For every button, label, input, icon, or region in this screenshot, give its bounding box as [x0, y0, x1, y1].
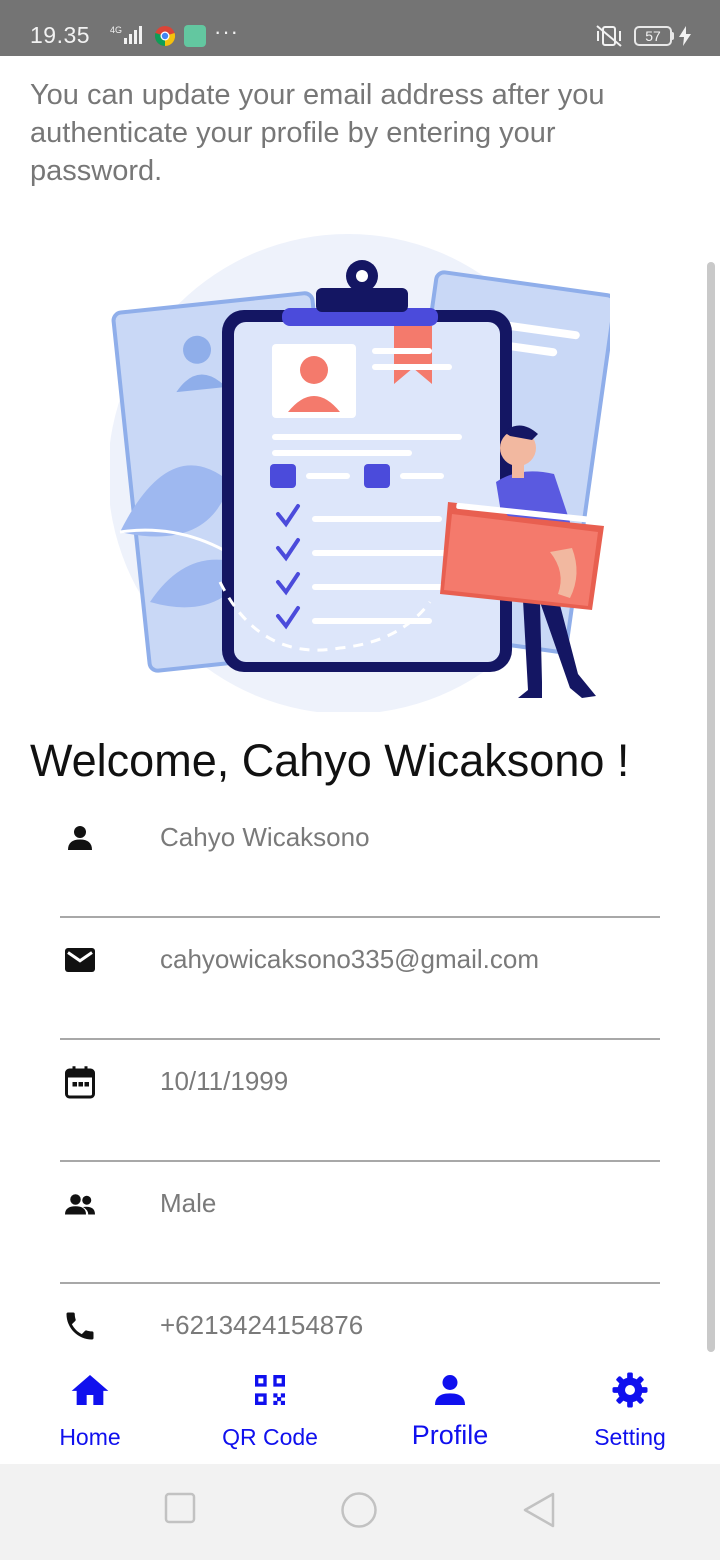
battery-tip	[671, 32, 674, 40]
vibrate-off-icon	[594, 24, 624, 53]
welcome-heading: Welcome, Cahyo Wicaksono !	[30, 735, 630, 786]
phone-value: +6213424154876	[160, 1310, 364, 1340]
nav-home-label: Home	[59, 1424, 121, 1450]
back-button[interactable]	[522, 1492, 556, 1528]
email-value: cahyowicaksono335@gmail.com	[160, 944, 540, 974]
app-notification-icon	[184, 25, 206, 47]
nav-setting[interactable]: Setting	[540, 1352, 720, 1464]
nav-profile-label: Profile	[411, 1420, 489, 1450]
status-time: 19.35	[30, 22, 91, 48]
email-field[interactable]: cahyowicaksono335@gmail.com	[60, 918, 660, 1040]
signal-icon: 4G	[108, 24, 144, 51]
phone-field[interactable]: +6213424154876	[60, 1284, 660, 1350]
name-field[interactable]: Cahyo Wicaksono	[60, 796, 660, 918]
phone-icon	[62, 1308, 98, 1344]
gender-value: Male	[160, 1188, 217, 1218]
person-icon	[435, 1375, 465, 1405]
nav-qr-code-label: QR Code	[222, 1424, 318, 1450]
home-system-button[interactable]	[340, 1492, 378, 1530]
birthdate-field[interactable]: 10/11/1999	[60, 1040, 660, 1162]
nav-profile[interactable]: Profile	[360, 1352, 540, 1464]
gender-field[interactable]: Male	[60, 1162, 660, 1284]
network-type-label: 4G	[110, 25, 122, 35]
name-value: Cahyo Wicaksono	[160, 822, 370, 852]
system-navigation-bar	[0, 1464, 720, 1560]
person-icon	[62, 820, 98, 856]
qr-code-icon	[255, 1375, 285, 1405]
nav-setting-label: Setting	[594, 1424, 666, 1450]
email-update-info: You can update your email address after …	[30, 79, 605, 187]
scrollbar[interactable]	[707, 262, 715, 1352]
home-icon	[71, 1375, 109, 1405]
battery-level: 57	[645, 28, 661, 44]
mail-icon	[62, 942, 98, 978]
chrome-icon	[154, 25, 176, 47]
battery-icon: 57	[634, 26, 672, 46]
nav-home[interactable]: Home	[0, 1352, 180, 1464]
calendar-icon	[62, 1064, 98, 1100]
charging-icon	[678, 26, 692, 51]
profile-illustration	[110, 234, 610, 712]
gear-icon	[612, 1372, 648, 1408]
more-icon: ···	[214, 19, 239, 44]
people-icon	[62, 1186, 98, 1222]
birthdate-value: 10/11/1999	[160, 1066, 289, 1096]
nav-qr-code[interactable]: QR Code	[180, 1352, 360, 1464]
bottom-navigation: Home QR Code Profile Setting	[0, 1352, 720, 1464]
status-bar: 19.35 4G ··· 57	[0, 0, 720, 56]
recent-apps-button[interactable]	[164, 1492, 196, 1524]
